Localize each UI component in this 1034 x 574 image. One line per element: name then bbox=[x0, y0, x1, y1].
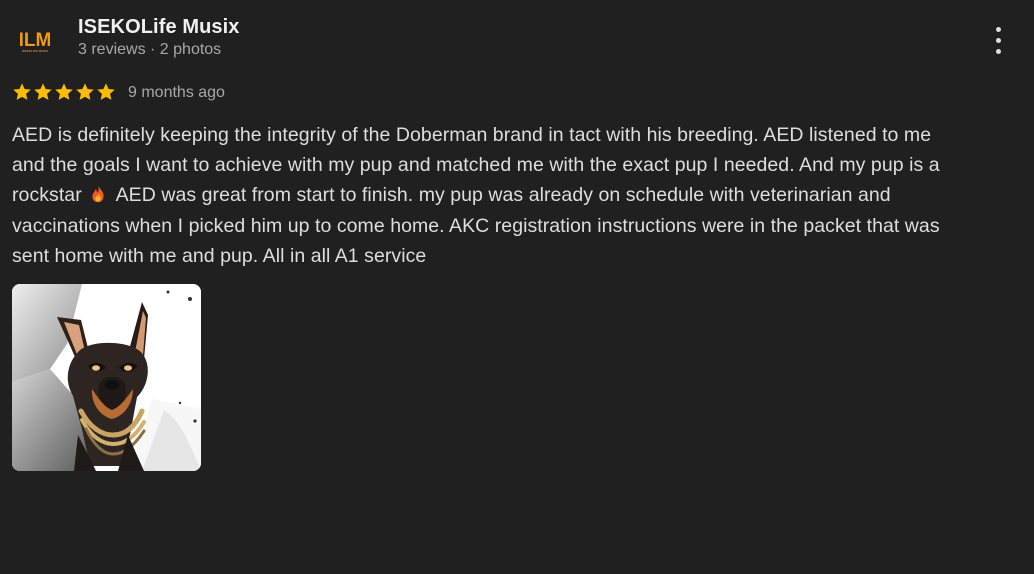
review-text-line: sent home with me and pup. All in all A1… bbox=[12, 244, 427, 267]
review-card: ILM ISEKOLIFE MUSIX ISEKOLife Musix 3 re… bbox=[0, 0, 1034, 574]
avatar-logo-text: ILM bbox=[20, 30, 50, 51]
musix-logo-icon: ILM ISEKOLIFE MUSIX bbox=[20, 26, 50, 56]
review-text-line: AED is definitely keeping the integrity … bbox=[12, 124, 932, 146]
more-vert-icon-dot-middle bbox=[995, 37, 1001, 43]
review-text-line-with-emoji: rockstar AED was great from start to fin… bbox=[12, 180, 1024, 210]
star-icon bbox=[97, 83, 115, 100]
doberman-photo bbox=[12, 284, 201, 471]
more-options-button[interactable] bbox=[984, 22, 1012, 58]
star-icon bbox=[34, 83, 52, 100]
review-text-fragment: AED was great from start to finish. my p… bbox=[115, 184, 891, 207]
five-star-rating bbox=[12, 82, 116, 102]
avatar-logo-subtext: ISEKOLIFE MUSIX bbox=[22, 49, 48, 53]
review-text: AED is definitely keeping the integrity … bbox=[12, 120, 1024, 271]
reviewer-name[interactable]: ISEKOLife Musix bbox=[78, 16, 240, 39]
star-icon bbox=[76, 83, 94, 100]
star-icon bbox=[13, 83, 31, 100]
review-text-line: and the goals I want to achieve with my … bbox=[12, 154, 940, 177]
fire-icon bbox=[92, 186, 104, 203]
review-photo-thumbnail[interactable] bbox=[12, 284, 201, 471]
more-vert-icon-dot-bottom bbox=[995, 48, 1001, 54]
reviewer-header: ILM ISEKOLIFE MUSIX ISEKOLife Musix 3 re… bbox=[12, 14, 1022, 66]
star-icon bbox=[55, 83, 73, 100]
review-age: 9 months ago bbox=[128, 84, 225, 101]
reviewer-meta: 3 reviews · 2 photos bbox=[78, 41, 222, 58]
review-text-fragment: rockstar bbox=[12, 184, 82, 207]
review-text-line: vaccinations when I picked him up to com… bbox=[12, 214, 940, 237]
rating-row: 9 months ago bbox=[12, 80, 225, 104]
reviewer-avatar[interactable]: ILM ISEKOLIFE MUSIX bbox=[20, 26, 50, 56]
more-vert-icon-dot-top bbox=[995, 26, 1001, 32]
